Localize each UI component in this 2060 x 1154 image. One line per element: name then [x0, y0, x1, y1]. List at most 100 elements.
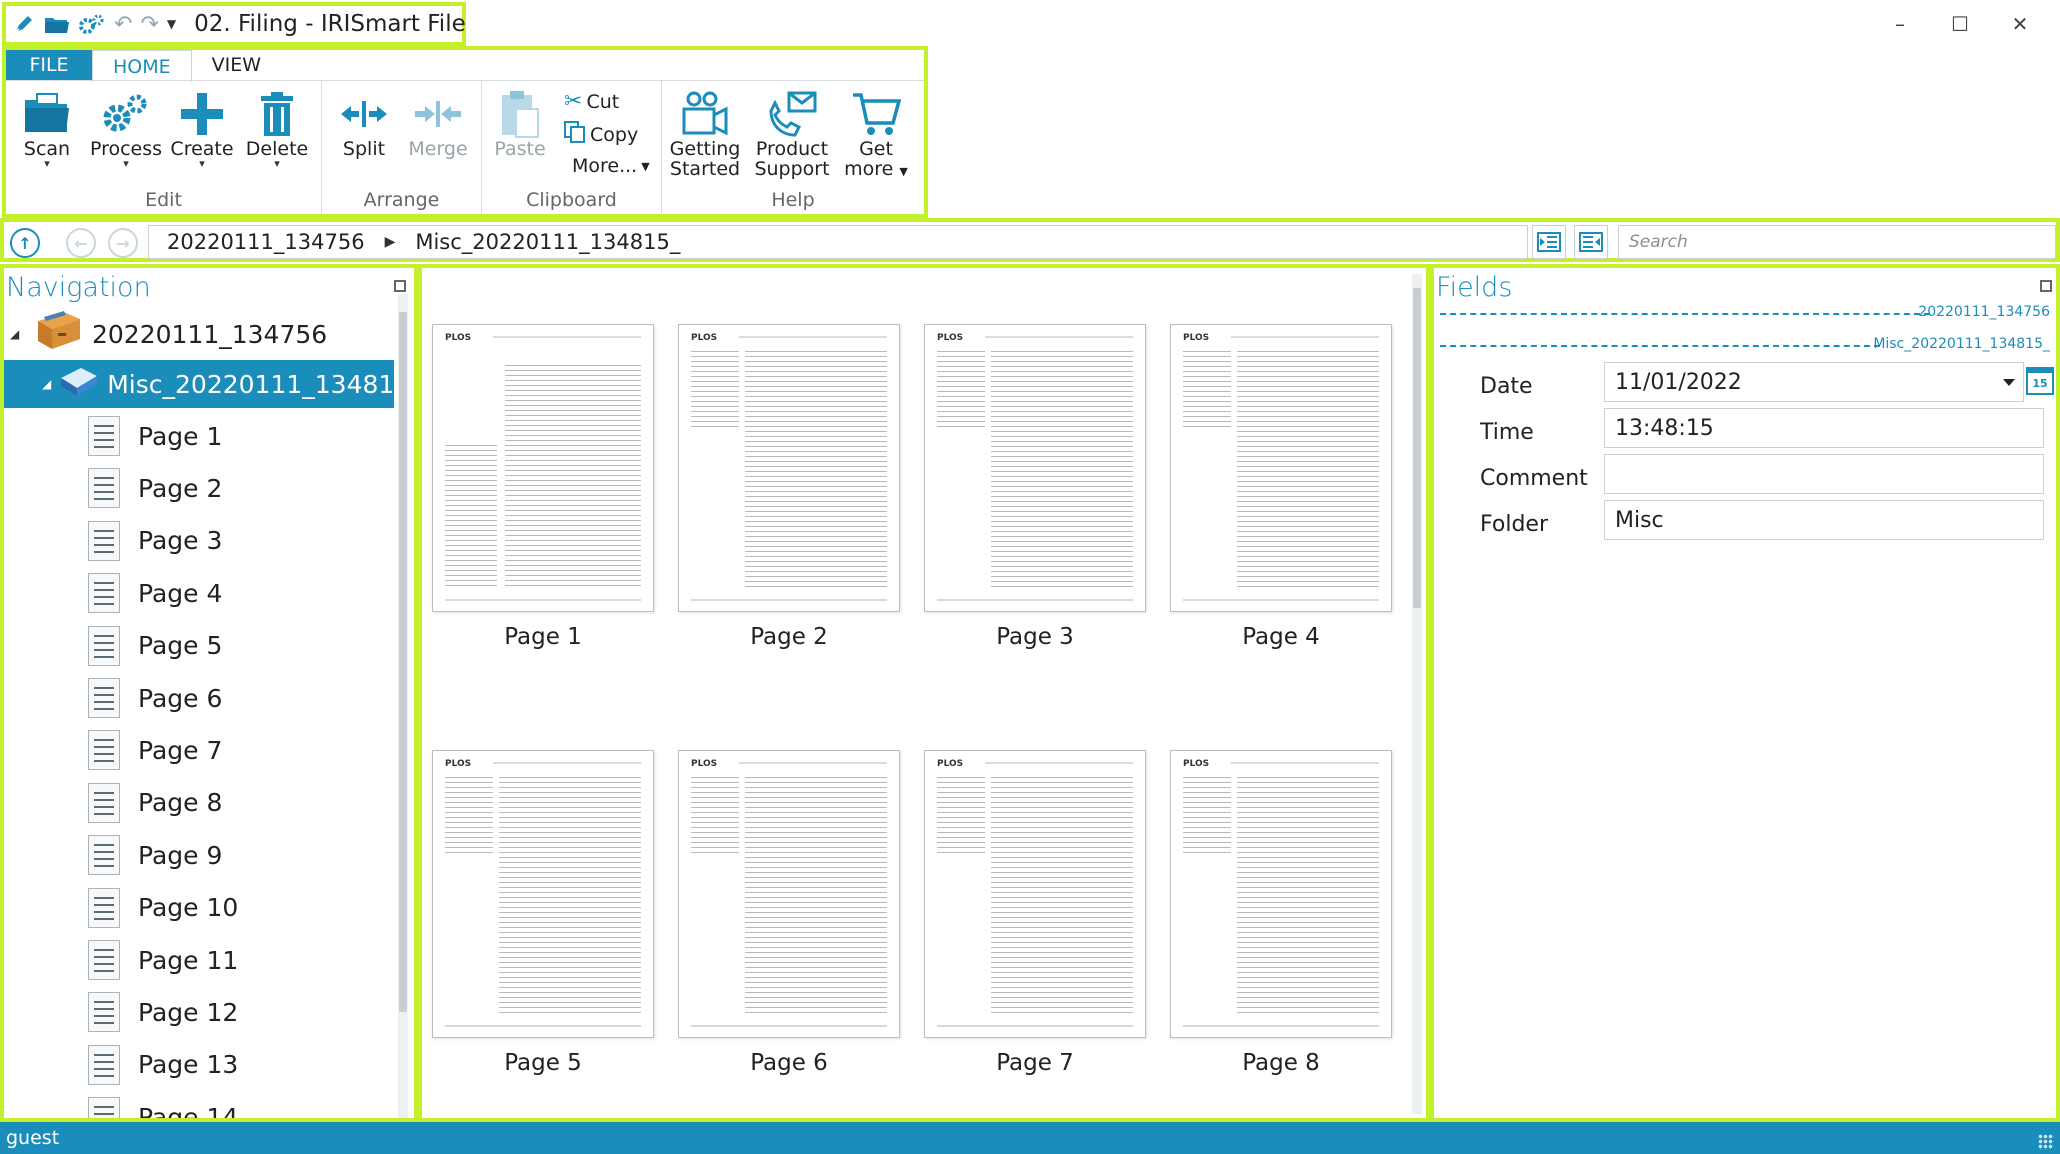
- tree-page-item[interactable]: Page 13: [88, 1044, 238, 1085]
- qat-customize-icon[interactable]: ▼: [167, 9, 176, 39]
- tree-page-item[interactable]: Page 3: [88, 520, 222, 561]
- forward-button[interactable]: →: [108, 228, 138, 258]
- close-button[interactable]: ✕: [1990, 0, 2050, 48]
- tree-page-item[interactable]: Page 9: [88, 835, 222, 876]
- minimize-button[interactable]: –: [1870, 0, 1930, 48]
- thumb-footer-line: [937, 1025, 1133, 1027]
- thumb-header-line: [739, 762, 887, 764]
- search-input[interactable]: Search: [1618, 225, 2056, 259]
- thumb-scrollbar[interactable]: [1412, 274, 1422, 1114]
- tree-root-item[interactable]: ◢ 20220111_134756: [10, 311, 327, 356]
- page-thumbnail[interactable]: PLOS: [678, 324, 900, 612]
- split-button[interactable]: Split: [334, 89, 394, 159]
- breadcrumb-current[interactable]: Misc_20220111_134815_: [415, 230, 680, 254]
- status-user: guest: [6, 1127, 60, 1149]
- thumb-sidebar-text: [445, 445, 497, 589]
- pin-icon[interactable]: [2040, 280, 2052, 292]
- getting-started-button[interactable]: Getting Started: [670, 89, 740, 179]
- page-thumbnail[interactable]: PLOS: [432, 324, 654, 612]
- paste-button[interactable]: Paste: [490, 89, 550, 159]
- cut-button[interactable]: ✂ Cut: [564, 89, 619, 114]
- maximize-button[interactable]: ☐: [1930, 0, 1990, 48]
- comment-label: Comment: [1480, 466, 1588, 491]
- merge-button[interactable]: Merge: [406, 89, 470, 159]
- resize-grip-icon[interactable]: [2038, 1134, 2054, 1150]
- expand-triangle-icon[interactable]: ◢: [42, 377, 51, 391]
- thumb-body-text: [745, 351, 887, 589]
- tree-page-item[interactable]: Page 12: [88, 992, 238, 1033]
- page-icon: [88, 940, 120, 980]
- pin-icon[interactable]: [394, 280, 406, 292]
- plos-logo: PLOS: [937, 333, 964, 343]
- tab-home[interactable]: HOME: [92, 50, 192, 82]
- getting-started-icon: [678, 89, 732, 139]
- open-folder-icon[interactable]: [44, 9, 70, 39]
- thumb-sidebar-text: [1183, 777, 1231, 857]
- breadcrumb-root[interactable]: 20220111_134756: [167, 230, 365, 254]
- back-button[interactable]: ←: [66, 228, 96, 258]
- tree-selected-item[interactable]: ◢ Misc_20220111_134815_: [4, 360, 414, 408]
- copy-icon: [564, 121, 586, 148]
- chevron-right-icon[interactable]: ▶: [385, 234, 396, 250]
- ribbon-tabs: FILE HOME VIEW: [6, 50, 281, 82]
- create-button[interactable]: Create ▾: [170, 89, 234, 169]
- chevron-down-icon: ▾: [44, 157, 50, 170]
- expand-panel-button[interactable]: [1574, 225, 1608, 259]
- page-thumbnail[interactable]: PLOS: [432, 750, 654, 1038]
- date-field[interactable]: 11/01/2022: [1604, 362, 2024, 402]
- tree-page-item[interactable]: Page 8: [88, 782, 222, 823]
- thumb-scrollbar-thumb[interactable]: [1413, 288, 1421, 608]
- tree-page-item[interactable]: Page 2: [88, 468, 222, 509]
- group-edit: Scan ▾ Process ▾ Create ▾ Delete ▾ Edit: [6, 81, 322, 215]
- tree-page-item[interactable]: Page 14: [88, 1097, 238, 1118]
- tree-page-label: Page 11: [138, 945, 239, 975]
- group-label-arrange: Arrange: [363, 189, 440, 211]
- pen-icon[interactable]: [12, 9, 36, 39]
- tab-file[interactable]: FILE: [6, 50, 92, 80]
- address-bar: ↑ ← → 20220111_134756 ▶ Misc_20220111_13…: [0, 218, 2060, 262]
- tree-page-item[interactable]: Page 11: [88, 940, 238, 980]
- page-thumbnail[interactable]: PLOS: [678, 750, 900, 1038]
- page-thumbnail[interactable]: PLOS: [924, 324, 1146, 612]
- nav-scrollbar-thumb[interactable]: [399, 312, 407, 1012]
- tree-page-item[interactable]: Page 10: [88, 887, 239, 928]
- undo-icon[interactable]: ↶: [114, 9, 132, 39]
- more-clipboard-button[interactable]: More... ▼: [572, 155, 650, 177]
- tree-page-label: Page 10: [138, 893, 239, 923]
- tree-page-item[interactable]: Page 6: [88, 678, 222, 718]
- tree-page-item[interactable]: Page 7: [88, 730, 222, 771]
- up-button[interactable]: ↑: [10, 228, 40, 258]
- split-icon: [337, 89, 391, 139]
- ribbon-groups: Scan ▾ Process ▾ Create ▾ Delete ▾ Edit …: [6, 80, 924, 215]
- delete-button[interactable]: Delete ▾: [242, 89, 312, 169]
- plos-logo: PLOS: [1183, 333, 1210, 343]
- plos-logo: PLOS: [937, 759, 964, 769]
- tree-page-item[interactable]: Page 4: [88, 573, 222, 614]
- scan-button[interactable]: Scan ▾: [14, 89, 80, 169]
- copy-button[interactable]: Copy: [564, 121, 638, 148]
- product-support-button[interactable]: Product Support: [754, 89, 830, 179]
- gears-icon[interactable]: [78, 9, 106, 39]
- redo-icon[interactable]: ↷: [140, 9, 158, 39]
- collapse-panel-button[interactable]: [1532, 225, 1566, 259]
- chevron-down-icon: ▾: [123, 157, 129, 170]
- page-thumbnail[interactable]: PLOS: [924, 750, 1146, 1038]
- page-thumbnail[interactable]: PLOS: [1170, 750, 1392, 1038]
- page-thumbnail[interactable]: PLOS: [1170, 324, 1392, 612]
- calendar-icon[interactable]: 15: [2026, 367, 2054, 395]
- get-more-button[interactable]: Get more ▼: [842, 89, 910, 182]
- group-clipboard: Paste ✂ Cut Copy More... ▼ Clipboard: [482, 81, 662, 215]
- tree-page-item[interactable]: Page 1: [88, 416, 222, 456]
- tree-page-item[interactable]: Page 5: [88, 625, 222, 666]
- comment-field[interactable]: [1604, 454, 2044, 494]
- dropdown-arrow-icon[interactable]: [2003, 379, 2015, 386]
- page-icon: [88, 992, 120, 1033]
- time-field[interactable]: 13:48:15: [1604, 408, 2044, 448]
- nav-scrollbar[interactable]: [398, 294, 408, 1118]
- expand-triangle-icon[interactable]: ◢: [10, 327, 26, 341]
- folder-field[interactable]: Misc: [1604, 500, 2044, 540]
- tab-view[interactable]: VIEW: [192, 50, 281, 80]
- window-title: 02. Filing - IRISmart File: [194, 11, 466, 37]
- process-button[interactable]: Process ▾: [88, 89, 164, 169]
- thumb-body-text: [745, 777, 887, 1015]
